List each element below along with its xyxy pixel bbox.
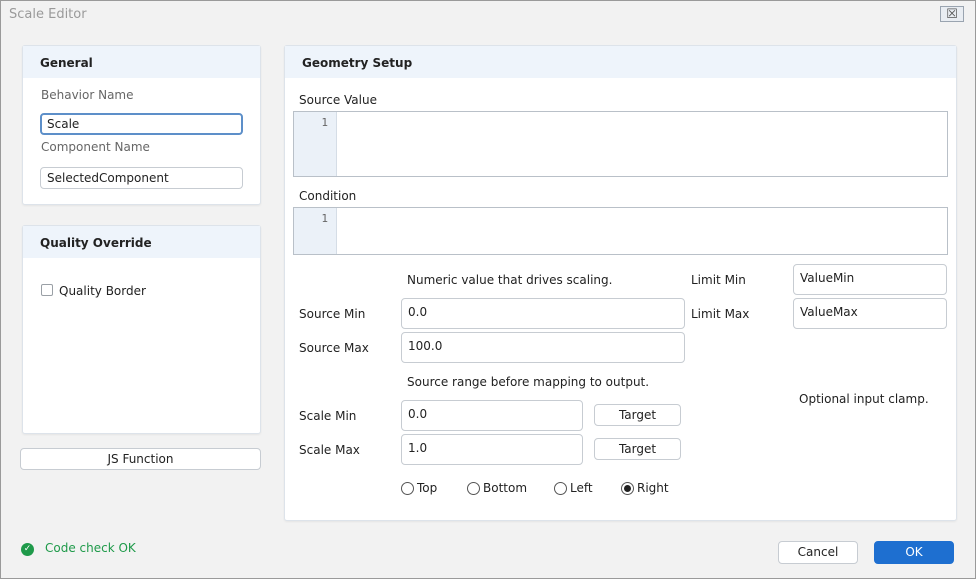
radio-right[interactable] [621,482,634,495]
scale-max-field[interactable]: 1.0 [401,434,583,465]
behavior-name-field[interactable]: Scale [40,113,243,135]
radio-top[interactable] [401,482,414,495]
scale-max-label: Scale Max [299,443,360,457]
condition-editor[interactable]: 1 [293,207,948,255]
check-circle-icon: ✓ [21,543,34,556]
radio-left-label: Left [570,481,593,495]
quality-border-checkbox[interactable] [41,284,53,296]
condition-label: Condition [299,189,357,203]
geometry-setup-panel: Geometry Setup Source Value 1 Condition … [284,45,957,521]
general-header: General [23,46,260,78]
radio-top-label: Top [417,481,438,495]
line-number: 1 [321,212,328,225]
source-value-editor[interactable]: 1 [293,111,948,177]
geometry-setup-header: Geometry Setup [285,46,956,78]
window-title: Scale Editor [9,7,87,22]
general-panel: General Behavior Name Scale Component Na… [22,45,261,205]
source-max-label: Source Max [299,341,369,355]
scale-min-field[interactable]: 0.0 [401,400,583,431]
close-icon: ☒ [946,7,958,22]
cancel-button[interactable]: Cancel [778,541,858,564]
behavior-name-value: Scale [47,117,80,131]
title-bar: Scale Editor ☒ [1,1,975,29]
limit-min-field[interactable]: ValueMin [793,264,947,295]
component-name-value: SelectedComponent [47,171,169,185]
radio-bottom[interactable] [467,482,480,495]
component-name-label: Component Name [41,140,150,154]
scale-editor-window: Scale Editor ☒ General Behavior Name Sca… [0,0,976,579]
source-value-label: Source Value [299,93,377,107]
radio-bottom-label: Bottom [483,481,528,495]
radio-left[interactable] [554,482,567,495]
source-min-field[interactable]: 0.0 [401,298,685,329]
quality-override-header: Quality Override [23,226,260,258]
limit-max-field[interactable]: ValueMax [793,298,947,329]
source-max-field[interactable]: 100.0 [401,332,685,363]
js-function-button[interactable]: JS Function [20,448,261,470]
quality-override-panel: Quality Override Quality Border [22,225,261,434]
close-button[interactable]: ☒ [940,6,964,22]
scale-min-label: Scale Min [299,409,357,423]
component-name-field[interactable]: SelectedComponent [40,167,243,189]
ok-button[interactable]: OK [874,541,954,564]
clamp-hint: Optional input clamp. [799,392,929,406]
limit-min-label: Limit Min [691,273,746,287]
limit-max-label: Limit Max [691,307,750,321]
code-check-status: Code check OK [45,541,136,555]
range-hint: Source range before mapping to output. [407,375,650,389]
numeric-hint: Numeric value that drives scaling. [407,273,613,287]
quality-border-label: Quality Border [59,284,146,298]
condition-gutter: 1 [294,208,337,254]
line-number: 1 [321,116,328,129]
radio-right-label: Right [637,481,669,495]
scale-min-target-button[interactable]: Target [594,404,681,426]
scale-max-target-button[interactable]: Target [594,438,681,460]
source-value-gutter: 1 [294,112,337,176]
source-min-label: Source Min [299,307,366,321]
behavior-name-label: Behavior Name [41,88,134,102]
